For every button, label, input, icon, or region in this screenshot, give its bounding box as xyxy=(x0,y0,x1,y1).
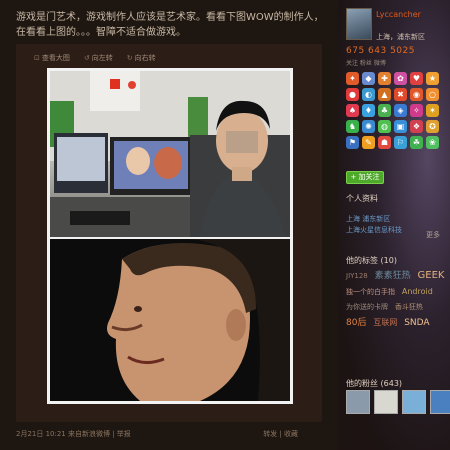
tag-cloud: JIY128 素素狂热 GEEK 独一个的白手指 Android 为你送的卡牌 … xyxy=(346,268,450,331)
medal-icon[interactable]: ◉ xyxy=(410,88,423,101)
view-large-label: 查看大图 xyxy=(41,54,70,62)
portrait-photo xyxy=(50,239,290,401)
rotate-right-button[interactable]: ↻ 向右转 xyxy=(127,52,156,64)
medal-icon[interactable]: ♞ xyxy=(346,120,359,133)
personal-info-title: 个人资料 xyxy=(346,194,378,203)
tag-item[interactable]: 独一个的白手指 xyxy=(346,285,395,300)
medal-icon[interactable]: ✦ xyxy=(346,72,359,85)
view-large-button[interactable]: ⊡ 查看大图 xyxy=(34,52,70,64)
follow-button[interactable]: + 加关注 xyxy=(346,171,384,184)
rotate-left-label: 向左转 xyxy=(91,54,113,62)
medal-icon[interactable]: ♠ xyxy=(346,104,359,117)
medal-icon[interactable]: ✺ xyxy=(362,120,375,133)
medal-icon[interactable]: ⚑ xyxy=(346,136,359,149)
medal-icon[interactable]: ♥ xyxy=(410,72,423,85)
tag-item[interactable]: 80后 xyxy=(346,316,366,331)
medal-icon[interactable]: ◈ xyxy=(394,104,407,117)
zoom-icon: ⊡ xyxy=(34,54,40,62)
medal-icon[interactable]: ◍ xyxy=(378,120,391,133)
medal-icon[interactable]: ❀ xyxy=(426,136,439,149)
username-link[interactable]: Lyccancher xyxy=(376,10,421,19)
post-meta: 2月21日 10:21 来自新浪微博 | 举报 xyxy=(16,430,131,438)
info-line[interactable]: 上海 浦东新区 xyxy=(346,214,402,225)
office-photo xyxy=(50,71,290,237)
medal-icon[interactable]: ✚ xyxy=(378,72,391,85)
tag-item[interactable]: GEEK xyxy=(418,268,445,283)
medal-icon[interactable]: ♦ xyxy=(362,104,375,117)
medal-icon[interactable]: ✧ xyxy=(410,104,423,117)
rotate-right-label: 向右转 xyxy=(134,54,156,62)
fans-title: 他的粉丝 (643) xyxy=(346,379,403,388)
fan-avatar[interactable] xyxy=(430,390,450,414)
medal-icon[interactable]: ☗ xyxy=(378,136,391,149)
rotate-left-icon: ↺ xyxy=(83,54,90,62)
medal-icon[interactable]: ♣ xyxy=(378,104,391,117)
info-line[interactable]: 上海火星信息科技 xyxy=(346,225,402,236)
medal-icon[interactable]: ▣ xyxy=(394,120,407,133)
medal-icon[interactable]: ★ xyxy=(426,72,439,85)
post-actions[interactable]: 转发 | 收藏 xyxy=(263,429,298,439)
tag-item[interactable]: 素素狂热 xyxy=(375,269,411,284)
medal-icon[interactable]: ● xyxy=(346,88,359,101)
profile-sidebar: Lyccancher 上海，浦东新区 675 643 5025 关注 粉丝 微博… xyxy=(338,0,450,450)
medal-icon[interactable]: ⚐ xyxy=(394,136,407,149)
medal-icon[interactable]: ✪ xyxy=(426,120,439,133)
profile-stats-labels: 关注 粉丝 微博 xyxy=(346,60,386,67)
medal-icon[interactable]: ◆ xyxy=(362,72,375,85)
medal-icon[interactable]: ✎ xyxy=(362,136,375,149)
medal-icon[interactable]: ◐ xyxy=(362,88,375,101)
tag-item[interactable]: 为你送的卡牌 xyxy=(346,300,388,315)
medal-icon[interactable]: ○ xyxy=(426,88,439,101)
fan-avatar[interactable] xyxy=(346,390,370,414)
feed-main: 游戏是门艺术，游戏制作人应该是艺术家。看看下图WOW的制作人，在看看上图的。。。… xyxy=(0,0,338,450)
fans-list xyxy=(346,390,450,414)
medal-icon[interactable]: ☘ xyxy=(410,136,423,149)
tag-item[interactable]: 香斗狂热 xyxy=(395,300,423,315)
tags-title: 他的标签 (10) xyxy=(346,256,397,265)
media-toolbar: ⊡ 查看大图 ↺ 向左转 ↻ 向右转 xyxy=(34,52,156,64)
location-text: 上海，浦东新区 xyxy=(376,33,425,41)
post-image[interactable] xyxy=(47,68,293,404)
fan-avatar[interactable] xyxy=(402,390,426,414)
profile-stats[interactable]: 675 643 5025 xyxy=(346,46,415,56)
post-text: 游戏是门艺术，游戏制作人应该是艺术家。看看下图WOW的制作人，在看看上图的。。。… xyxy=(16,12,324,38)
medal-icon[interactable]: ❖ xyxy=(410,120,423,133)
medal-icon[interactable]: ▲ xyxy=(378,88,391,101)
medal-icon[interactable]: ✶ xyxy=(426,104,439,117)
rotate-left-button[interactable]: ↺ 向左转 xyxy=(84,52,113,64)
medal-icon[interactable]: ✖ xyxy=(394,88,407,101)
tag-item[interactable]: Android xyxy=(402,284,433,299)
fan-avatar[interactable] xyxy=(374,390,398,414)
avatar[interactable] xyxy=(346,8,372,40)
tag-item[interactable]: 互联网 xyxy=(373,315,397,330)
medal-icon[interactable]: ✿ xyxy=(394,72,407,85)
personal-info: 上海 浦东新区 上海火星信息科技 xyxy=(346,214,402,236)
medal-grid: ✦ ◆ ✚ ✿ ♥ ★ ● ◐ ▲ ✖ ◉ ○ ♠ ♦ ♣ ◈ ✧ ✶ ♞ ✺ … xyxy=(346,72,442,149)
more-link[interactable]: 更多 xyxy=(426,230,440,240)
tag-item[interactable]: JIY128 xyxy=(346,269,368,284)
tag-item[interactable]: SNDA xyxy=(404,316,429,331)
rotate-right-icon: ↻ xyxy=(126,54,133,62)
